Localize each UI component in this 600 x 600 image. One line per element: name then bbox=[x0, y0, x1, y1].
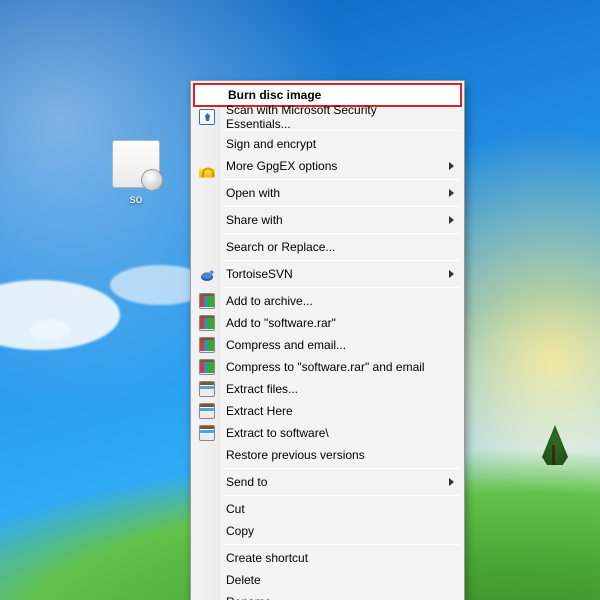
submenu-arrow-icon bbox=[449, 216, 454, 224]
menu-item-extract-here[interactable]: Extract Here bbox=[193, 400, 462, 422]
tortoisesvn-icon bbox=[199, 266, 215, 282]
menu-separator bbox=[224, 260, 460, 261]
menu-item-label: Rename bbox=[226, 595, 271, 600]
menu-item-restore-previous-versions[interactable]: Restore previous versions bbox=[193, 444, 462, 466]
menu-item-tortoisesvn[interactable]: TortoiseSVN bbox=[193, 263, 462, 285]
menu-separator bbox=[224, 544, 460, 545]
menu-item-scan-with-microsoft-security-essentials[interactable]: Scan with Microsoft Security Essentials.… bbox=[193, 106, 462, 128]
winrar-icon bbox=[199, 381, 215, 397]
menu-item-send-to[interactable]: Send to bbox=[193, 471, 462, 493]
menu-item-label: Sign and encrypt bbox=[226, 137, 316, 151]
desktop[interactable]: so Burn disc imageScan with Microsoft Se… bbox=[0, 0, 600, 600]
desktop-file-label: so bbox=[100, 192, 172, 206]
menu-item-label: Cut bbox=[226, 502, 245, 516]
wallpaper-cloud bbox=[0, 280, 120, 350]
lock-icon bbox=[199, 169, 215, 178]
menu-item-extract-files[interactable]: Extract files... bbox=[193, 378, 462, 400]
winrar-add-icon bbox=[199, 315, 215, 331]
winrar-add-icon bbox=[199, 293, 215, 309]
security-essentials-icon bbox=[199, 109, 215, 125]
menu-item-label: More GpgEX options bbox=[226, 159, 337, 173]
menu-item-label: Extract files... bbox=[226, 382, 298, 396]
menu-item-extract-to-software[interactable]: Extract to software\ bbox=[193, 422, 462, 444]
menu-item-add-to-archive[interactable]: Add to archive... bbox=[193, 290, 462, 312]
menu-item-label: Burn disc image bbox=[228, 88, 321, 102]
menu-item-label: TortoiseSVN bbox=[226, 267, 293, 281]
menu-item-compress-to-software-rar-and-email[interactable]: Compress to "software.rar" and email bbox=[193, 356, 462, 378]
winrar-icon bbox=[199, 425, 215, 441]
submenu-arrow-icon bbox=[449, 162, 454, 170]
menu-separator bbox=[224, 495, 460, 496]
menu-item-label: Open with bbox=[226, 186, 280, 200]
submenu-arrow-icon bbox=[449, 478, 454, 486]
menu-item-copy[interactable]: Copy bbox=[193, 520, 462, 542]
menu-item-more-gpgex-options[interactable]: More GpgEX options bbox=[193, 155, 462, 177]
menu-item-label: Add to "software.rar" bbox=[226, 316, 336, 330]
menu-item-label: Delete bbox=[226, 573, 261, 587]
menu-item-label: Send to bbox=[226, 475, 267, 489]
menu-item-open-with[interactable]: Open with bbox=[193, 182, 462, 204]
iso-file-icon bbox=[112, 140, 160, 188]
menu-item-label: Share with bbox=[226, 213, 283, 227]
menu-item-search-or-replace[interactable]: Search or Replace... bbox=[193, 236, 462, 258]
menu-separator bbox=[224, 130, 460, 131]
menu-item-share-with[interactable]: Share with bbox=[193, 209, 462, 231]
menu-item-label: Scan with Microsoft Security Essentials.… bbox=[226, 103, 444, 131]
submenu-arrow-icon bbox=[449, 270, 454, 278]
menu-item-cut[interactable]: Cut bbox=[193, 498, 462, 520]
menu-separator bbox=[224, 179, 460, 180]
menu-separator bbox=[224, 233, 460, 234]
menu-separator bbox=[224, 287, 460, 288]
menu-item-label: Extract to software\ bbox=[226, 426, 329, 440]
winrar-icon bbox=[199, 403, 215, 419]
menu-item-label: Compress and email... bbox=[226, 338, 346, 352]
menu-item-label: Restore previous versions bbox=[226, 448, 365, 462]
menu-item-sign-and-encrypt[interactable]: Sign and encrypt bbox=[193, 133, 462, 155]
menu-separator bbox=[224, 206, 460, 207]
menu-item-label: Compress to "software.rar" and email bbox=[226, 360, 425, 374]
menu-item-rename[interactable]: Rename bbox=[193, 591, 462, 600]
wallpaper-cloud bbox=[30, 320, 70, 340]
menu-item-create-shortcut[interactable]: Create shortcut bbox=[193, 547, 462, 569]
winrar-add-icon bbox=[199, 337, 215, 353]
menu-item-delete[interactable]: Delete bbox=[193, 569, 462, 591]
menu-item-label: Extract Here bbox=[226, 404, 293, 418]
submenu-arrow-icon bbox=[449, 189, 454, 197]
menu-item-compress-and-email[interactable]: Compress and email... bbox=[193, 334, 462, 356]
desktop-file[interactable]: so bbox=[100, 140, 172, 206]
menu-item-add-to-software-rar[interactable]: Add to "software.rar" bbox=[193, 312, 462, 334]
context-menu: Burn disc imageScan with Microsoft Secur… bbox=[190, 80, 465, 600]
menu-item-label: Search or Replace... bbox=[226, 240, 335, 254]
menu-separator bbox=[224, 468, 460, 469]
wallpaper-tree bbox=[542, 425, 568, 465]
menu-item-label: Create shortcut bbox=[226, 551, 308, 565]
menu-item-label: Copy bbox=[226, 524, 254, 538]
winrar-add-icon bbox=[199, 359, 215, 375]
menu-item-label: Add to archive... bbox=[226, 294, 313, 308]
